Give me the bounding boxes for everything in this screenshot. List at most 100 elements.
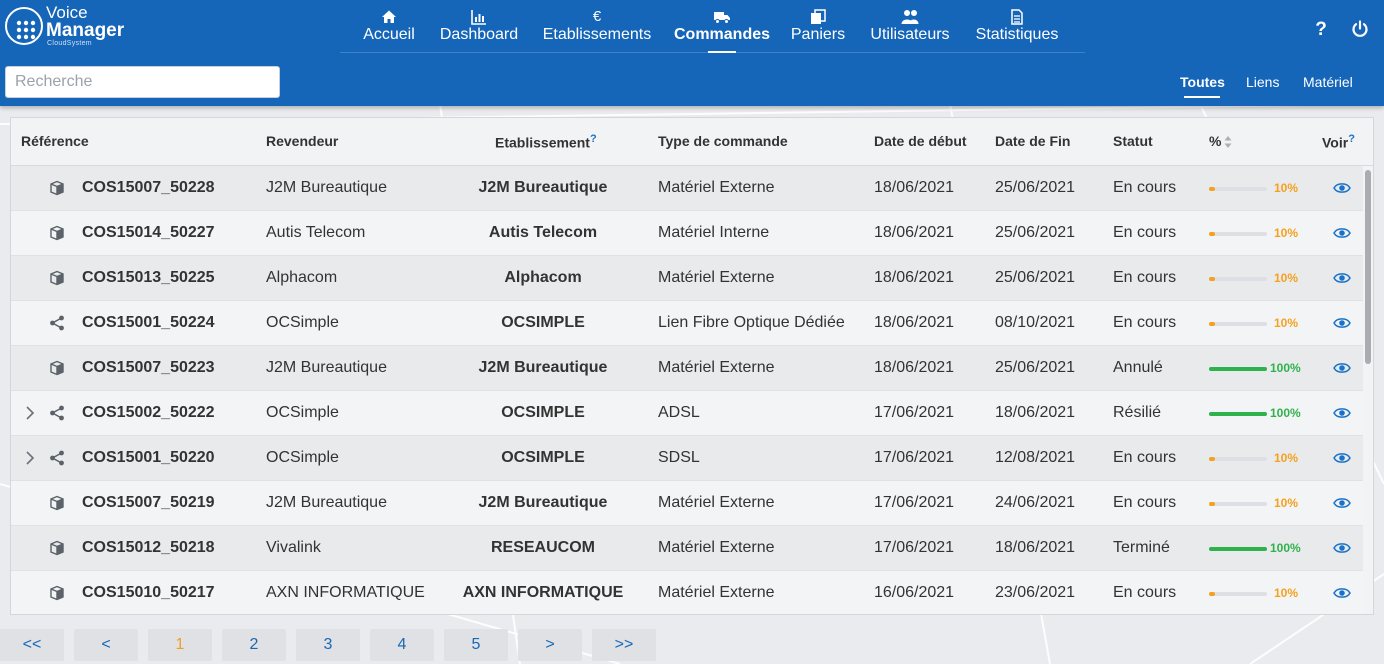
progress-text: 10% <box>1274 451 1299 465</box>
table-row[interactable]: COS15002_50222 OCSimple OCSIMPLE ADSL 17/06/… <box>11 391 1363 436</box>
progress-bar <box>1209 187 1267 191</box>
euro-icon: € <box>592 8 602 25</box>
cell-date-fin: 08/10/2021 <box>995 314 1076 331</box>
table-row[interactable]: COS15001_50220 OCSimple OCSIMPLE SDSL 17/06/… <box>11 436 1363 481</box>
progress-bar <box>1209 412 1267 416</box>
eye-icon[interactable] <box>1333 272 1351 284</box>
table-row[interactable]: COS15001_50224 OCSimple OCSIMPLE Lien Fibre… <box>11 301 1363 346</box>
col-reference[interactable]: Référence <box>21 133 89 149</box>
table-row[interactable]: COS15007_50219 J2M Bureautique J2M Bureaut… <box>11 481 1363 526</box>
cell-reference[interactable]: COS15014_50227 <box>82 224 215 242</box>
page-button[interactable]: 1 <box>148 629 212 661</box>
keypad-icon <box>16 20 36 40</box>
col-statut[interactable]: Statut <box>1113 133 1153 149</box>
box-icon <box>50 360 64 376</box>
col-type[interactable]: Type de commande <box>658 133 788 149</box>
nav-utilisateurs[interactable]: Utilisateurs <box>866 0 954 53</box>
help-icon[interactable]: ? <box>590 133 597 145</box>
col-date-fin[interactable]: Date de Fin <box>995 133 1070 149</box>
eye-icon[interactable] <box>1333 317 1351 329</box>
col-etablissement[interactable]: Etablissement? <box>495 133 597 151</box>
eye-icon[interactable] <box>1333 407 1351 419</box>
progress-text: 100% <box>1270 361 1301 375</box>
filter-materiel[interactable]: Matériel <box>1303 74 1353 90</box>
cell-reference[interactable]: COS15007_50219 <box>82 494 215 512</box>
page-button[interactable]: < <box>74 629 138 661</box>
col-percent[interactable]: % <box>1209 133 1232 149</box>
cell-reference[interactable]: COS15012_50218 <box>82 539 215 557</box>
cell-type: Lien Fibre Optique Dédiée <box>658 314 845 331</box>
cell-revendeur: Autis Telecom <box>266 224 366 241</box>
page-button[interactable]: << <box>0 629 64 661</box>
cell-revendeur: OCSimple <box>266 449 339 466</box>
col-voir[interactable]: Voir? <box>1322 133 1355 151</box>
col-percent-label: % <box>1209 133 1222 149</box>
table-scrollbar[interactable] <box>1365 170 1371 364</box>
filter-toutes[interactable]: Toutes <box>1180 74 1225 98</box>
col-revendeur[interactable]: Revendeur <box>266 133 338 149</box>
eye-icon[interactable] <box>1333 542 1351 554</box>
cell-statut: En cours <box>1113 584 1177 601</box>
eye-icon[interactable] <box>1333 362 1351 374</box>
help-icon[interactable]: ? <box>1348 133 1355 145</box>
table-row[interactable]: COS15013_50225 Alphacom Alphacom Matériel E… <box>11 256 1363 301</box>
page-button[interactable]: > <box>518 629 582 661</box>
cell-reference[interactable]: COS15007_50228 <box>82 179 215 197</box>
page-button[interactable]: >> <box>592 629 656 661</box>
table-row[interactable]: COS15007_50228 J2M Bureautique J2M Bureaut… <box>11 166 1363 211</box>
app-logo[interactable]: Voice Manager CloudSystem <box>5 4 135 48</box>
cell-statut: Annulé <box>1113 359 1163 376</box>
cell-type: Matériel Externe <box>658 494 775 511</box>
cell-date-debut: 17/06/2021 <box>874 539 955 556</box>
eye-icon[interactable] <box>1333 497 1351 509</box>
chevron-right-icon[interactable] <box>23 405 37 421</box>
cell-type: Matériel Interne <box>658 224 770 241</box>
nav-etablissements[interactable]: € Etablissements <box>538 0 656 53</box>
cell-reference[interactable]: COS15001_50224 <box>82 314 215 332</box>
cell-type: Matériel Externe <box>658 269 775 286</box>
table-row[interactable]: COS15007_50223 J2M Bureautique J2M Bureaut… <box>11 346 1363 391</box>
box-icon <box>50 540 64 556</box>
cell-date-fin: 25/06/2021 <box>995 224 1076 241</box>
page-button[interactable]: 2 <box>222 629 286 661</box>
box-icon <box>50 180 64 196</box>
progress-text: 10% <box>1274 271 1299 285</box>
truck-icon <box>714 12 730 24</box>
cell-date-fin: 25/06/2021 <box>995 359 1076 376</box>
cell-reference[interactable]: COS15010_50217 <box>82 584 215 602</box>
page-button[interactable]: 5 <box>444 629 508 661</box>
table-row[interactable]: COS15014_50227 Autis Telecom Autis Telecom… <box>11 211 1363 256</box>
cell-type: Matériel Externe <box>658 179 775 196</box>
table-row[interactable]: COS15012_50218 Vivalink RESEAUCOM Matériel … <box>11 526 1363 571</box>
progress-fill <box>1209 547 1267 551</box>
col-etablissement-label: Etablissement <box>495 134 590 151</box>
cell-reference[interactable]: COS15007_50223 <box>82 359 215 377</box>
cell-reference[interactable]: COS15013_50225 <box>82 269 215 287</box>
cell-date-fin: 18/06/2021 <box>995 404 1076 421</box>
nav-commandes[interactable]: Commandes <box>674 0 770 53</box>
progress-fill <box>1209 367 1267 371</box>
sort-icon[interactable] <box>1224 135 1232 149</box>
page-button[interactable]: 3 <box>296 629 360 661</box>
eye-icon[interactable] <box>1333 182 1351 194</box>
nav-paniers[interactable]: Paniers <box>788 0 848 53</box>
cell-reference[interactable]: COS15002_50222 <box>82 404 215 422</box>
nav-dashboard[interactable]: Dashboard <box>436 0 522 53</box>
table-row[interactable]: COS15010_50217 AXN INFORMATIQUE AXN INFORM… <box>11 571 1363 614</box>
eye-icon[interactable] <box>1333 227 1351 239</box>
filter-liens[interactable]: Liens <box>1246 74 1279 90</box>
home-icon <box>382 10 396 23</box>
help-icon[interactable]: ? <box>1313 19 1329 41</box>
nav-accueil[interactable]: Accueil <box>356 0 422 53</box>
eye-icon[interactable] <box>1333 587 1351 599</box>
page-button[interactable]: 4 <box>370 629 434 661</box>
eye-icon[interactable] <box>1333 452 1351 464</box>
nav-statistiques[interactable]: Statistiques <box>972 0 1062 53</box>
chevron-right-icon[interactable] <box>23 450 37 466</box>
search-input[interactable] <box>5 66 280 98</box>
cell-reference[interactable]: COS15001_50220 <box>82 449 215 467</box>
logo-text-manager: Manager <box>46 20 125 41</box>
cell-etablissement: OCSIMPLE <box>501 314 585 331</box>
power-icon[interactable] <box>1351 20 1369 38</box>
col-date-debut[interactable]: Date de début <box>874 133 967 149</box>
